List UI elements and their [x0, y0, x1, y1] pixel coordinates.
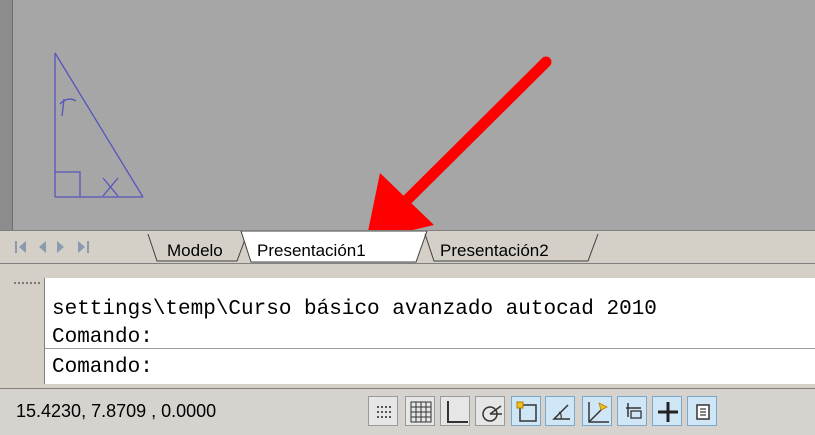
tab-presentacion2[interactable]: Presentación2	[440, 242, 549, 260]
command-window-grip[interactable]	[14, 282, 40, 292]
tab-modelo[interactable]: Modelo	[167, 242, 223, 260]
drawing-area[interactable]	[0, 0, 815, 230]
coordinates-readout[interactable]: 15.4230, 7.8709 , 0.0000	[16, 401, 216, 421]
layout-tab-bar: Modelo Presentación1 Presentación2	[0, 230, 815, 264]
dynamic-input-icon[interactable]	[617, 396, 647, 426]
infer-constraints-icon[interactable]	[368, 396, 398, 426]
command-prompt-line: Comando:	[52, 326, 153, 349]
right-triangle-sketch	[54, 52, 144, 198]
object-snap-icon[interactable]	[511, 396, 541, 426]
last-tab-icon[interactable]	[78, 241, 89, 253]
first-tab-icon[interactable]	[15, 241, 26, 253]
dynamic-ucs-icon[interactable]	[582, 396, 612, 426]
drawing-canvas	[54, 52, 552, 230]
object-snap-tracking-icon[interactable]	[545, 396, 575, 426]
command-input-line[interactable]: Comando:	[52, 356, 153, 380]
command-history-line: settings\temp\Curso básico avanzado auto…	[52, 298, 657, 321]
polar-tracking-icon[interactable]	[475, 396, 505, 426]
status-bar: 15.4230, 7.8709 , 0.0000	[0, 388, 815, 435]
ortho-icon[interactable]	[440, 396, 470, 426]
lineweight-icon[interactable]	[652, 396, 682, 426]
tab-presentacion1[interactable]: Presentación1	[257, 242, 366, 260]
command-text-area[interactable]: settings\temp\Curso básico avanzado auto…	[44, 278, 815, 384]
command-separator	[45, 348, 815, 349]
previous-tab-icon[interactable]	[39, 241, 46, 253]
grid-icon[interactable]	[405, 396, 435, 426]
red-arrow-annotation	[368, 56, 552, 230]
command-window: settings\temp\Curso básico avanzado auto…	[0, 264, 815, 388]
quick-properties-icon[interactable]	[687, 396, 717, 426]
next-tab-icon[interactable]	[57, 241, 64, 253]
